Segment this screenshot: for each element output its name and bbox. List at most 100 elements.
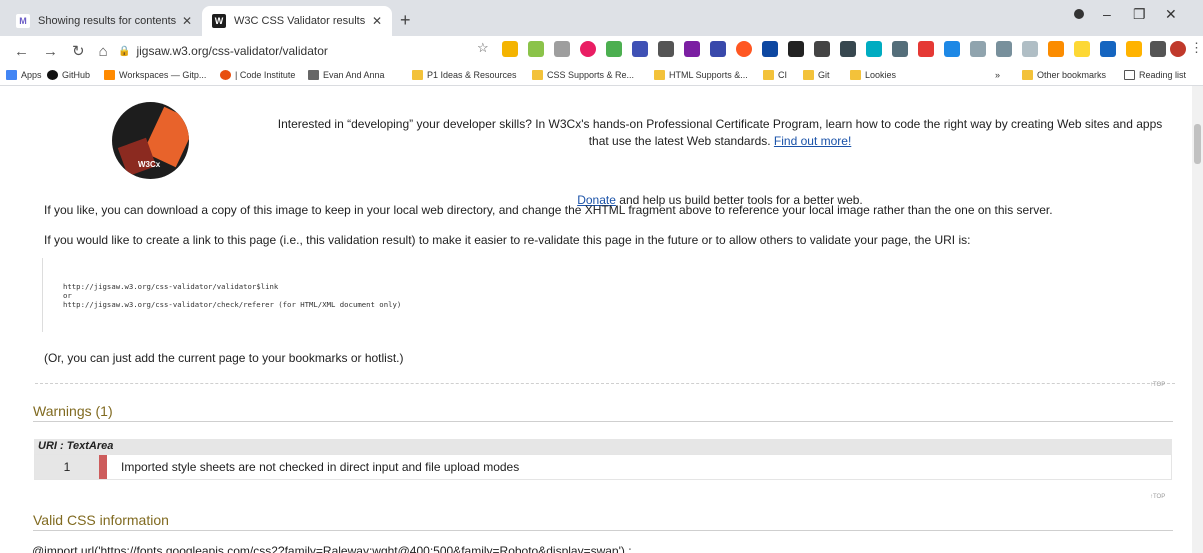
gitpod-icon: [104, 70, 115, 80]
folder-icon: [850, 70, 861, 80]
bookmark-code-institute[interactable]: | Code Institute: [220, 70, 295, 80]
folder-icon: [803, 70, 814, 80]
bookmark-folder-html[interactable]: HTML Supports &...: [654, 70, 748, 80]
download-paragraph: If you like, you can download a copy of …: [44, 203, 1053, 217]
bookmarks-overflow[interactable]: »: [995, 70, 1000, 80]
bookmark-label: Lookies: [865, 70, 897, 80]
bookmark-label: HTML Supports &...: [669, 70, 748, 80]
extension-icon[interactable]: [658, 41, 674, 57]
warnings-heading: Warnings (1): [33, 403, 1173, 422]
promo-body: Interested in “developing” your develope…: [277, 117, 1163, 148]
valid-css-heading: Valid CSS information: [33, 512, 1173, 531]
bookmark-apps[interactable]: Apps: [6, 70, 42, 80]
bookmark-gitpod[interactable]: Workspaces — Gitp...: [104, 70, 206, 80]
warnings-table: URI : TextArea 1 Imported style sheets a…: [34, 439, 1172, 480]
w3cx-logo[interactable]: W3Cx: [112, 102, 189, 179]
extension-icon[interactable]: [840, 41, 856, 57]
back-icon[interactable]: ←: [14, 43, 29, 60]
folder-icon: [532, 70, 543, 80]
back-to-top-link[interactable]: ↑TOP: [1150, 494, 1165, 500]
bookmark-star-icon[interactable]: ☆: [477, 40, 489, 56]
tab-title: W3C CSS Validator results for Te: [234, 15, 366, 27]
close-tab-icon[interactable]: ✕: [372, 14, 382, 28]
url-text: jigsaw.w3.org/css-validator/validator: [136, 44, 328, 58]
bookmark-label: Workspaces — Gitp...: [119, 70, 207, 80]
bookmark-other[interactable]: Other bookmarks: [1022, 70, 1106, 80]
ea-icon: [308, 70, 319, 80]
extension-icon[interactable]: [762, 41, 778, 57]
tab-favicon-icon: M: [16, 14, 30, 28]
tab-favicon-icon: W: [212, 14, 226, 28]
bookmark-folder-css[interactable]: CSS Supports & Re...: [532, 70, 634, 80]
extension-icon[interactable]: [1048, 41, 1064, 57]
extension-icon[interactable]: [1074, 41, 1090, 57]
scrollbar-thumb[interactable]: [1194, 124, 1201, 164]
font-extension-icon[interactable]: [788, 41, 804, 57]
lock-icon: 🔒: [118, 45, 131, 57]
extension-icon[interactable]: [944, 41, 960, 57]
extension-icon[interactable]: [710, 41, 726, 57]
extension-icon[interactable]: [918, 41, 934, 57]
back-to-top-link[interactable]: ↑TOP: [1150, 382, 1165, 388]
bookmark-github[interactable]: GitHub: [47, 70, 90, 80]
bookmark-label: CI: [778, 70, 787, 80]
uri-code-block: http://jigsaw.w3.org/css-validator/valid…: [42, 258, 1152, 332]
minimize-icon[interactable]: –: [1103, 6, 1111, 22]
import-rule: @import url('https://fonts.googleapis.co…: [32, 544, 632, 553]
extension-icon[interactable]: [528, 41, 544, 57]
extension-icon[interactable]: [970, 41, 986, 57]
new-tab-button[interactable]: +: [400, 10, 411, 31]
find-out-more-link[interactable]: Find out more!: [774, 134, 851, 148]
table-row: 1 Imported style sheets are not checked …: [34, 454, 1172, 480]
menu-kebab-icon[interactable]: ⋮: [1190, 40, 1203, 56]
bookmark-evan-anna[interactable]: Evan And Anna: [308, 70, 385, 80]
folder-icon: [763, 70, 774, 80]
extension-icon[interactable]: [866, 41, 882, 57]
bookmark-label: | Code Institute: [235, 70, 296, 80]
bookmark-folder-lookies[interactable]: Lookies: [850, 70, 896, 80]
extension-icon[interactable]: [736, 41, 752, 57]
folder-icon: [1022, 70, 1033, 80]
bookmark-folder-git[interactable]: Git: [803, 70, 830, 80]
bookmarks-bar: Apps GitHub Workspaces — Gitp... | Code …: [0, 66, 1203, 86]
download-extension-icon[interactable]: [892, 41, 908, 57]
extension-icon[interactable]: [1126, 41, 1142, 57]
extension-icon[interactable]: [632, 41, 648, 57]
bookmark-label: P1 Ideas & Resources: [427, 70, 517, 80]
bookmark-folder-ci[interactable]: CI: [763, 70, 787, 80]
extension-icon[interactable]: [1100, 41, 1116, 57]
home-icon[interactable]: ⌂: [99, 43, 108, 60]
puzzle-extensions-icon[interactable]: [1150, 41, 1166, 57]
reading-list[interactable]: Reading list: [1124, 70, 1186, 80]
warning-indicator: [99, 455, 107, 479]
bookmark-label: Apps: [21, 70, 42, 80]
bookmark-label: Evan And Anna: [323, 70, 385, 80]
uri-label: URI : TextArea: [34, 439, 1172, 454]
close-window-icon[interactable]: ✕: [1165, 6, 1177, 23]
forward-icon[interactable]: →: [43, 43, 58, 60]
extension-icon[interactable]: [580, 41, 596, 57]
reload-icon[interactable]: ↻: [72, 42, 85, 60]
restore-icon[interactable]: ❐: [1133, 6, 1146, 23]
tab-showing-results[interactable]: M Showing results for contents of t ✕: [6, 6, 202, 36]
bookmark-label: Git: [818, 70, 830, 80]
logo-text: W3Cx: [138, 160, 161, 169]
line-number: 1: [35, 455, 99, 479]
address-bar[interactable]: 🔒 jigsaw.w3.org/css-validator/validator: [118, 40, 488, 62]
bookmark-folder-p1[interactable]: P1 Ideas & Resources: [412, 70, 517, 80]
extension-icon[interactable]: [502, 41, 518, 57]
extension-icon[interactable]: [554, 41, 570, 57]
extension-icon[interactable]: [814, 41, 830, 57]
checkmark-extension-icon[interactable]: [606, 41, 622, 57]
profile-dot-icon[interactable]: [1074, 9, 1084, 19]
vertical-scrollbar[interactable]: [1192, 86, 1203, 553]
profile-avatar[interactable]: [1170, 41, 1186, 57]
extension-icon[interactable]: [684, 41, 700, 57]
bookmark-label: GitHub: [62, 70, 91, 80]
extension-icon[interactable]: [996, 41, 1012, 57]
tab-w3c-validator[interactable]: W W3C CSS Validator results for Te ✕: [202, 6, 392, 36]
bookmark-paragraph: (Or, you can just add the current page t…: [44, 351, 404, 365]
close-tab-icon[interactable]: ✕: [182, 14, 192, 28]
reading-list-icon: [1124, 70, 1135, 80]
extension-icon[interactable]: [1022, 41, 1038, 57]
